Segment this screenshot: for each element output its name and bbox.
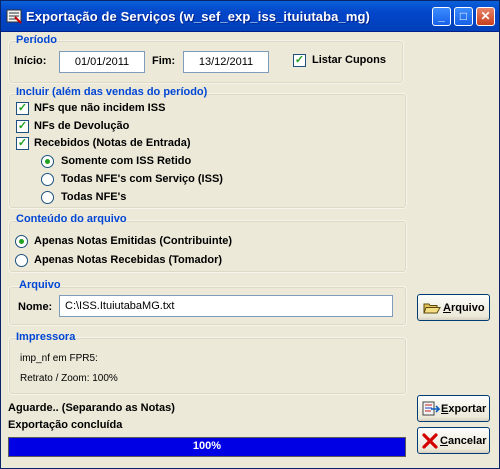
notas-recebidas-label[interactable]: Apenas Notas Recebidas (Tomador)	[34, 254, 222, 266]
recebidos-checkbox[interactable]: ✓	[16, 137, 29, 150]
red-x-icon	[422, 433, 438, 449]
fim-date-field[interactable]: 13/12/2011	[183, 51, 269, 73]
nfs-devolucao-checkbox[interactable]: ✓	[16, 120, 29, 133]
title-bar[interactable]: Exportação de Serviços (w_sef_exp_iss_it…	[1, 1, 499, 32]
arquivo-button-label: Arquivo	[443, 302, 485, 314]
incluir-title: Incluir (além das vendas do período)	[16, 86, 208, 98]
cancelar-button-label: Cancelar	[440, 435, 486, 447]
minimize-button[interactable]: _	[432, 7, 451, 26]
fim-label: Fim:	[152, 55, 176, 67]
folder-open-icon	[423, 303, 441, 314]
somente-iss-retido-radio[interactable]	[41, 155, 54, 168]
somente-iss-retido-label[interactable]: Somente com ISS Retido	[61, 155, 191, 167]
export-icon	[422, 401, 440, 416]
todas-nfes-label[interactable]: Todas NFE's	[61, 191, 126, 203]
notas-emitidas-radio[interactable]	[15, 235, 28, 248]
status-line-2: Exportação concluída	[8, 419, 123, 431]
exportar-button-label: Exportar	[441, 403, 486, 415]
nfs-devolucao-label[interactable]: NFs de Devolução	[34, 120, 129, 132]
notas-recebidas-radio[interactable]	[15, 254, 28, 267]
nome-label: Nome:	[18, 301, 53, 313]
progress-text: 100%	[192, 440, 222, 452]
cancelar-button-text: ancelar	[447, 435, 487, 447]
arquivo-title: Arquivo	[19, 279, 61, 291]
cancelar-button[interactable]: Cancelar	[417, 427, 490, 454]
progress-bar: 100%	[8, 437, 406, 457]
export-services-window: Exportação de Serviços (w_sef_exp_iss_it…	[0, 0, 500, 469]
arquivo-button[interactable]: Arquivo	[417, 294, 490, 321]
listar-cupons-checkbox[interactable]: ✓	[293, 54, 306, 67]
impressora-line-2: Retrato / Zoom: 100%	[20, 373, 118, 384]
arquivo-button-text: rquivo	[450, 302, 485, 314]
close-button[interactable]: ✕	[476, 7, 495, 26]
conteudo-title: Conteúdo do arquivo	[16, 213, 127, 225]
todas-nfes-radio[interactable]	[41, 191, 54, 204]
nome-file-field[interactable]: C:\ISS.ItuiutabaMG.txt	[59, 295, 393, 317]
window-title: Exportação de Serviços (w_sef_exp_iss_it…	[26, 9, 370, 24]
arquivo-button-mnemonic: A	[443, 302, 451, 314]
nfs-nao-incidem-iss-label[interactable]: NFs que não incidem ISS	[34, 102, 165, 114]
notas-emitidas-label[interactable]: Apenas Notas Emitidas (Contribuinte)	[34, 235, 232, 247]
todas-nfes-servico-radio[interactable]	[41, 173, 54, 186]
exportar-button-text: xportar	[448, 403, 487, 415]
inicio-date-field[interactable]: 01/01/2011	[59, 51, 145, 73]
impressora-line-1: imp_nf em FPR5:	[20, 353, 98, 364]
status-line-1: Aguarde.. (Separando as Notas)	[8, 402, 175, 414]
nfs-nao-incidem-iss-checkbox[interactable]: ✓	[16, 102, 29, 115]
periodo-title: Período	[16, 34, 57, 46]
recebidos-label[interactable]: Recebidos (Notas de Entrada)	[34, 137, 190, 149]
maximize-button[interactable]: □	[454, 7, 473, 26]
exportar-button[interactable]: Exportar	[417, 395, 490, 422]
impressora-title: Impressora	[16, 331, 76, 343]
todas-nfes-servico-label[interactable]: Todas NFE's com Serviço (ISS)	[61, 173, 223, 185]
listar-cupons-label[interactable]: Listar Cupons	[312, 54, 386, 66]
cancelar-button-mnemonic: C	[440, 435, 448, 447]
impressora-group	[8, 337, 407, 395]
app-icon	[6, 9, 22, 24]
inicio-label: Início:	[14, 55, 47, 67]
